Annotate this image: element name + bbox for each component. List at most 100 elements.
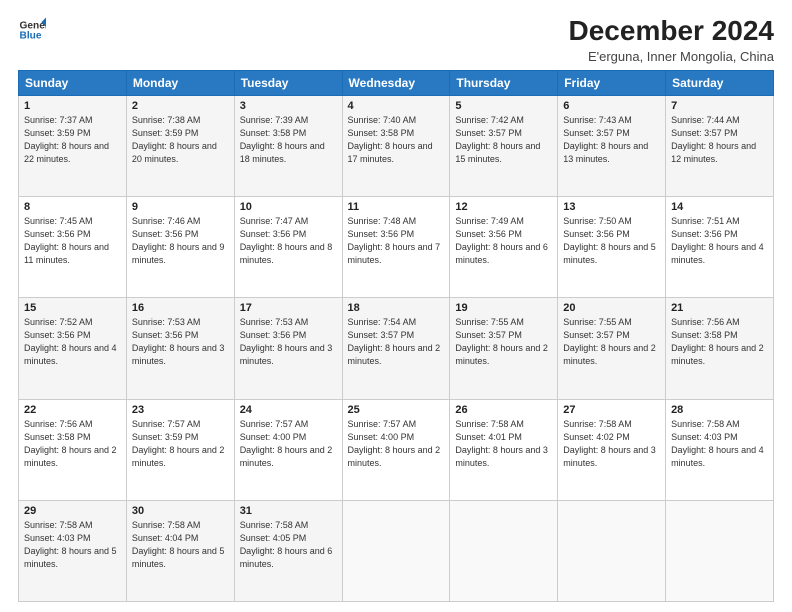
table-row: 30 Sunrise: 7:58 AMSunset: 4:04 PMDayligh… — [126, 500, 234, 601]
table-row: 23Sunrise: 7:57 AMSunset: 3:59 PMDayligh… — [126, 399, 234, 500]
header-tuesday: Tuesday — [234, 70, 342, 95]
day-info: Sunrise: 7:58 AMSunset: 4:05 PMDaylight:… — [240, 519, 337, 571]
table-row: 27 Sunrise: 7:58 AMSunset: 4:02 PMDayligh… — [558, 399, 666, 500]
day-number: 15 — [24, 302, 121, 314]
day-number: 7 — [671, 100, 768, 112]
day-info: Sunrise: 7:58 AMSunset: 4:03 PMDaylight:… — [671, 418, 768, 470]
calendar-week-row: 15 Sunrise: 7:52 AMSunset: 3:56 PMDayligh… — [19, 298, 774, 399]
title-block: December 2024 E'erguna, Inner Mongolia, … — [569, 16, 774, 64]
day-info: Sunrise: 7:46 AMSunset: 3:56 PMDaylight:… — [132, 215, 229, 267]
table-row: 31 Sunrise: 7:58 AMSunset: 4:05 PMDayligh… — [234, 500, 342, 601]
day-info: Sunrise: 7:51 AMSunset: 3:56 PMDaylight:… — [671, 215, 768, 267]
calendar-week-row: 1Sunrise: 7:37 AMSunset: 3:59 PMDaylight… — [19, 95, 774, 196]
calendar-table: Sunday Monday Tuesday Wednesday Thursday… — [18, 70, 774, 602]
day-info: Sunrise: 7:56 AMSunset: 3:58 PMDaylight:… — [24, 418, 121, 470]
table-row: 1Sunrise: 7:37 AMSunset: 3:59 PMDaylight… — [19, 95, 127, 196]
table-row: 17 Sunrise: 7:53 AMSunset: 3:56 PMDayligh… — [234, 298, 342, 399]
day-info: Sunrise: 7:48 AMSunset: 3:56 PMDaylight:… — [348, 215, 445, 267]
calendar-body: 1Sunrise: 7:37 AMSunset: 3:59 PMDaylight… — [19, 95, 774, 601]
day-info: Sunrise: 7:47 AMSunset: 3:56 PMDaylight:… — [240, 215, 337, 267]
main-title: December 2024 — [569, 16, 774, 47]
day-number: 20 — [563, 302, 660, 314]
day-number: 26 — [455, 404, 552, 416]
day-number: 6 — [563, 100, 660, 112]
table-row: 28 Sunrise: 7:58 AMSunset: 4:03 PMDayligh… — [666, 399, 774, 500]
table-row: 5Sunrise: 7:42 AMSunset: 3:57 PMDaylight… — [450, 95, 558, 196]
day-number: 3 — [240, 100, 337, 112]
table-row: 24 Sunrise: 7:57 AMSunset: 4:00 PMDayligh… — [234, 399, 342, 500]
day-number: 16 — [132, 302, 229, 314]
calendar-week-row: 29Sunrise: 7:58 AMSunset: 4:03 PMDayligh… — [19, 500, 774, 601]
day-number: 11 — [348, 201, 445, 213]
day-number: 30 — [132, 505, 229, 517]
day-info: Sunrise: 7:39 AMSunset: 3:58 PMDaylight:… — [240, 114, 337, 166]
table-row: 20 Sunrise: 7:55 AMSunset: 3:57 PMDayligh… — [558, 298, 666, 399]
day-info: Sunrise: 7:43 AMSunset: 3:57 PMDaylight:… — [563, 114, 660, 166]
day-info: Sunrise: 7:58 AMSunset: 4:02 PMDaylight:… — [563, 418, 660, 470]
day-number: 22 — [24, 404, 121, 416]
table-row: 13Sunrise: 7:50 AMSunset: 3:56 PMDayligh… — [558, 197, 666, 298]
day-info: Sunrise: 7:40 AMSunset: 3:58 PMDaylight:… — [348, 114, 445, 166]
day-info: Sunrise: 7:55 AMSunset: 3:57 PMDaylight:… — [455, 316, 552, 368]
table-row — [666, 500, 774, 601]
day-number: 2 — [132, 100, 229, 112]
day-number: 18 — [348, 302, 445, 314]
day-info: Sunrise: 7:58 AMSunset: 4:04 PMDaylight:… — [132, 519, 229, 571]
table-row: 6 Sunrise: 7:43 AMSunset: 3:57 PMDaylight… — [558, 95, 666, 196]
header: General Blue December 2024 E'erguna, Inn… — [18, 16, 774, 64]
logo-icon: General Blue — [18, 16, 46, 44]
table-row: 16 Sunrise: 7:53 AMSunset: 3:56 PMDayligh… — [126, 298, 234, 399]
day-info: Sunrise: 7:49 AMSunset: 3:56 PMDaylight:… — [455, 215, 552, 267]
header-thursday: Thursday — [450, 70, 558, 95]
day-info: Sunrise: 7:37 AMSunset: 3:59 PMDaylight:… — [24, 114, 121, 166]
day-info: Sunrise: 7:53 AMSunset: 3:56 PMDaylight:… — [240, 316, 337, 368]
day-info: Sunrise: 7:50 AMSunset: 3:56 PMDaylight:… — [563, 215, 660, 267]
header-sunday: Sunday — [19, 70, 127, 95]
table-row: 9 Sunrise: 7:46 AMSunset: 3:56 PMDaylight… — [126, 197, 234, 298]
weekday-header-row: Sunday Monday Tuesday Wednesday Thursday… — [19, 70, 774, 95]
subtitle: E'erguna, Inner Mongolia, China — [569, 49, 774, 64]
day-number: 23 — [132, 404, 229, 416]
table-row: 3 Sunrise: 7:39 AMSunset: 3:58 PMDaylight… — [234, 95, 342, 196]
table-row: 14Sunrise: 7:51 AMSunset: 3:56 PMDayligh… — [666, 197, 774, 298]
day-info: Sunrise: 7:57 AMSunset: 4:00 PMDaylight:… — [240, 418, 337, 470]
table-row: 10 Sunrise: 7:47 AMSunset: 3:56 PMDayligh… — [234, 197, 342, 298]
table-row — [450, 500, 558, 601]
day-info: Sunrise: 7:58 AMSunset: 4:03 PMDaylight:… — [24, 519, 121, 571]
day-info: Sunrise: 7:56 AMSunset: 3:58 PMDaylight:… — [671, 316, 768, 368]
day-number: 9 — [132, 201, 229, 213]
calendar-week-row: 8 Sunrise: 7:45 AMSunset: 3:56 PMDaylight… — [19, 197, 774, 298]
header-monday: Monday — [126, 70, 234, 95]
table-row: 22 Sunrise: 7:56 AMSunset: 3:58 PMDayligh… — [19, 399, 127, 500]
table-row: 25 Sunrise: 7:57 AMSunset: 4:00 PMDayligh… — [342, 399, 450, 500]
day-info: Sunrise: 7:44 AMSunset: 3:57 PMDaylight:… — [671, 114, 768, 166]
day-info: Sunrise: 7:57 AMSunset: 4:00 PMDaylight:… — [348, 418, 445, 470]
header-wednesday: Wednesday — [342, 70, 450, 95]
table-row: 11 Sunrise: 7:48 AMSunset: 3:56 PMDayligh… — [342, 197, 450, 298]
day-number: 8 — [24, 201, 121, 213]
day-info: Sunrise: 7:54 AMSunset: 3:57 PMDaylight:… — [348, 316, 445, 368]
day-info: Sunrise: 7:38 AMSunset: 3:59 PMDaylight:… — [132, 114, 229, 166]
day-number: 27 — [563, 404, 660, 416]
table-row: 15 Sunrise: 7:52 AMSunset: 3:56 PMDayligh… — [19, 298, 127, 399]
day-info: Sunrise: 7:55 AMSunset: 3:57 PMDaylight:… — [563, 316, 660, 368]
table-row: 29Sunrise: 7:58 AMSunset: 4:03 PMDayligh… — [19, 500, 127, 601]
table-row — [558, 500, 666, 601]
table-row: 26 Sunrise: 7:58 AMSunset: 4:01 PMDayligh… — [450, 399, 558, 500]
day-info: Sunrise: 7:58 AMSunset: 4:01 PMDaylight:… — [455, 418, 552, 470]
day-number: 28 — [671, 404, 768, 416]
day-number: 10 — [240, 201, 337, 213]
day-number: 17 — [240, 302, 337, 314]
day-number: 25 — [348, 404, 445, 416]
day-number: 4 — [348, 100, 445, 112]
svg-text:Blue: Blue — [20, 31, 42, 42]
day-info: Sunrise: 7:52 AMSunset: 3:56 PMDaylight:… — [24, 316, 121, 368]
header-saturday: Saturday — [666, 70, 774, 95]
table-row: 18 Sunrise: 7:54 AMSunset: 3:57 PMDayligh… — [342, 298, 450, 399]
day-number: 31 — [240, 505, 337, 517]
day-number: 24 — [240, 404, 337, 416]
day-info: Sunrise: 7:53 AMSunset: 3:56 PMDaylight:… — [132, 316, 229, 368]
calendar-header: Sunday Monday Tuesday Wednesday Thursday… — [19, 70, 774, 95]
day-info: Sunrise: 7:45 AMSunset: 3:56 PMDaylight:… — [24, 215, 121, 267]
table-row: 21Sunrise: 7:56 AMSunset: 3:58 PMDayligh… — [666, 298, 774, 399]
